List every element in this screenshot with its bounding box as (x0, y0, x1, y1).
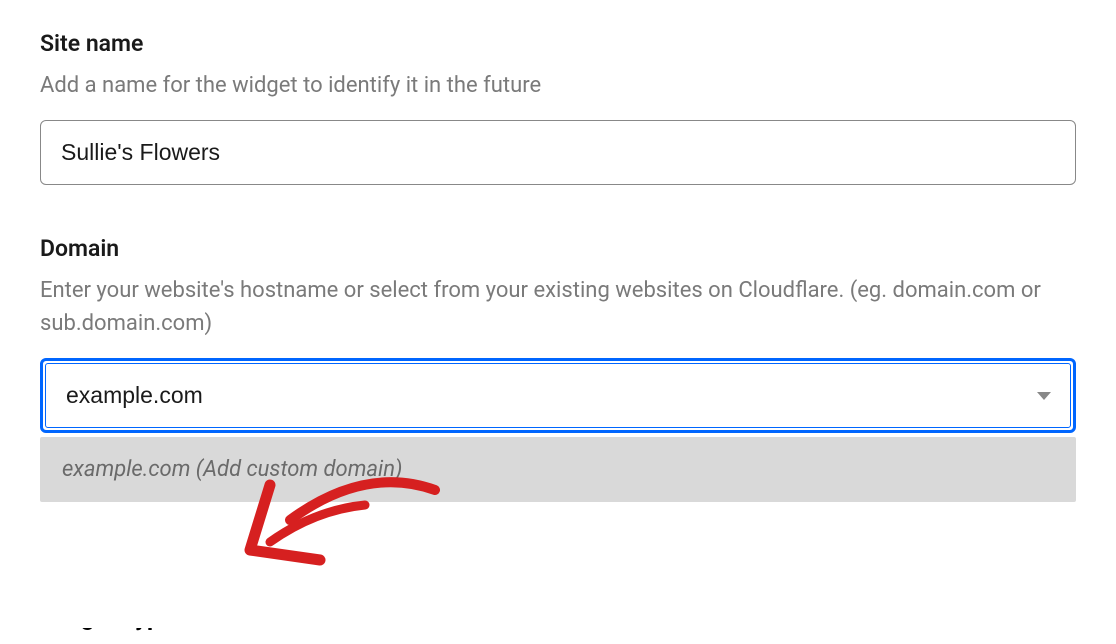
domain-combo-container: example.com (Add custom domain) (40, 358, 1076, 433)
domain-description: Enter your website's hostname or select … (40, 274, 1076, 340)
site-name-label: Site name (40, 30, 1076, 57)
domain-field-group: Domain Enter your website's hostname or … (40, 235, 1076, 433)
site-name-description: Add a name for the widget to identify it… (40, 69, 1076, 102)
widget-type-label-cutoff: Widget Type (40, 628, 174, 642)
domain-input[interactable] (45, 363, 1071, 428)
domain-combo-wrapper (40, 358, 1076, 433)
domain-dropdown-option[interactable]: example.com (Add custom domain) (40, 437, 1076, 502)
site-name-field-group: Site name Add a name for the widget to i… (40, 30, 1076, 185)
site-name-input[interactable] (40, 120, 1076, 185)
domain-dropdown: example.com (Add custom domain) (40, 437, 1076, 502)
domain-label: Domain (40, 235, 1076, 262)
